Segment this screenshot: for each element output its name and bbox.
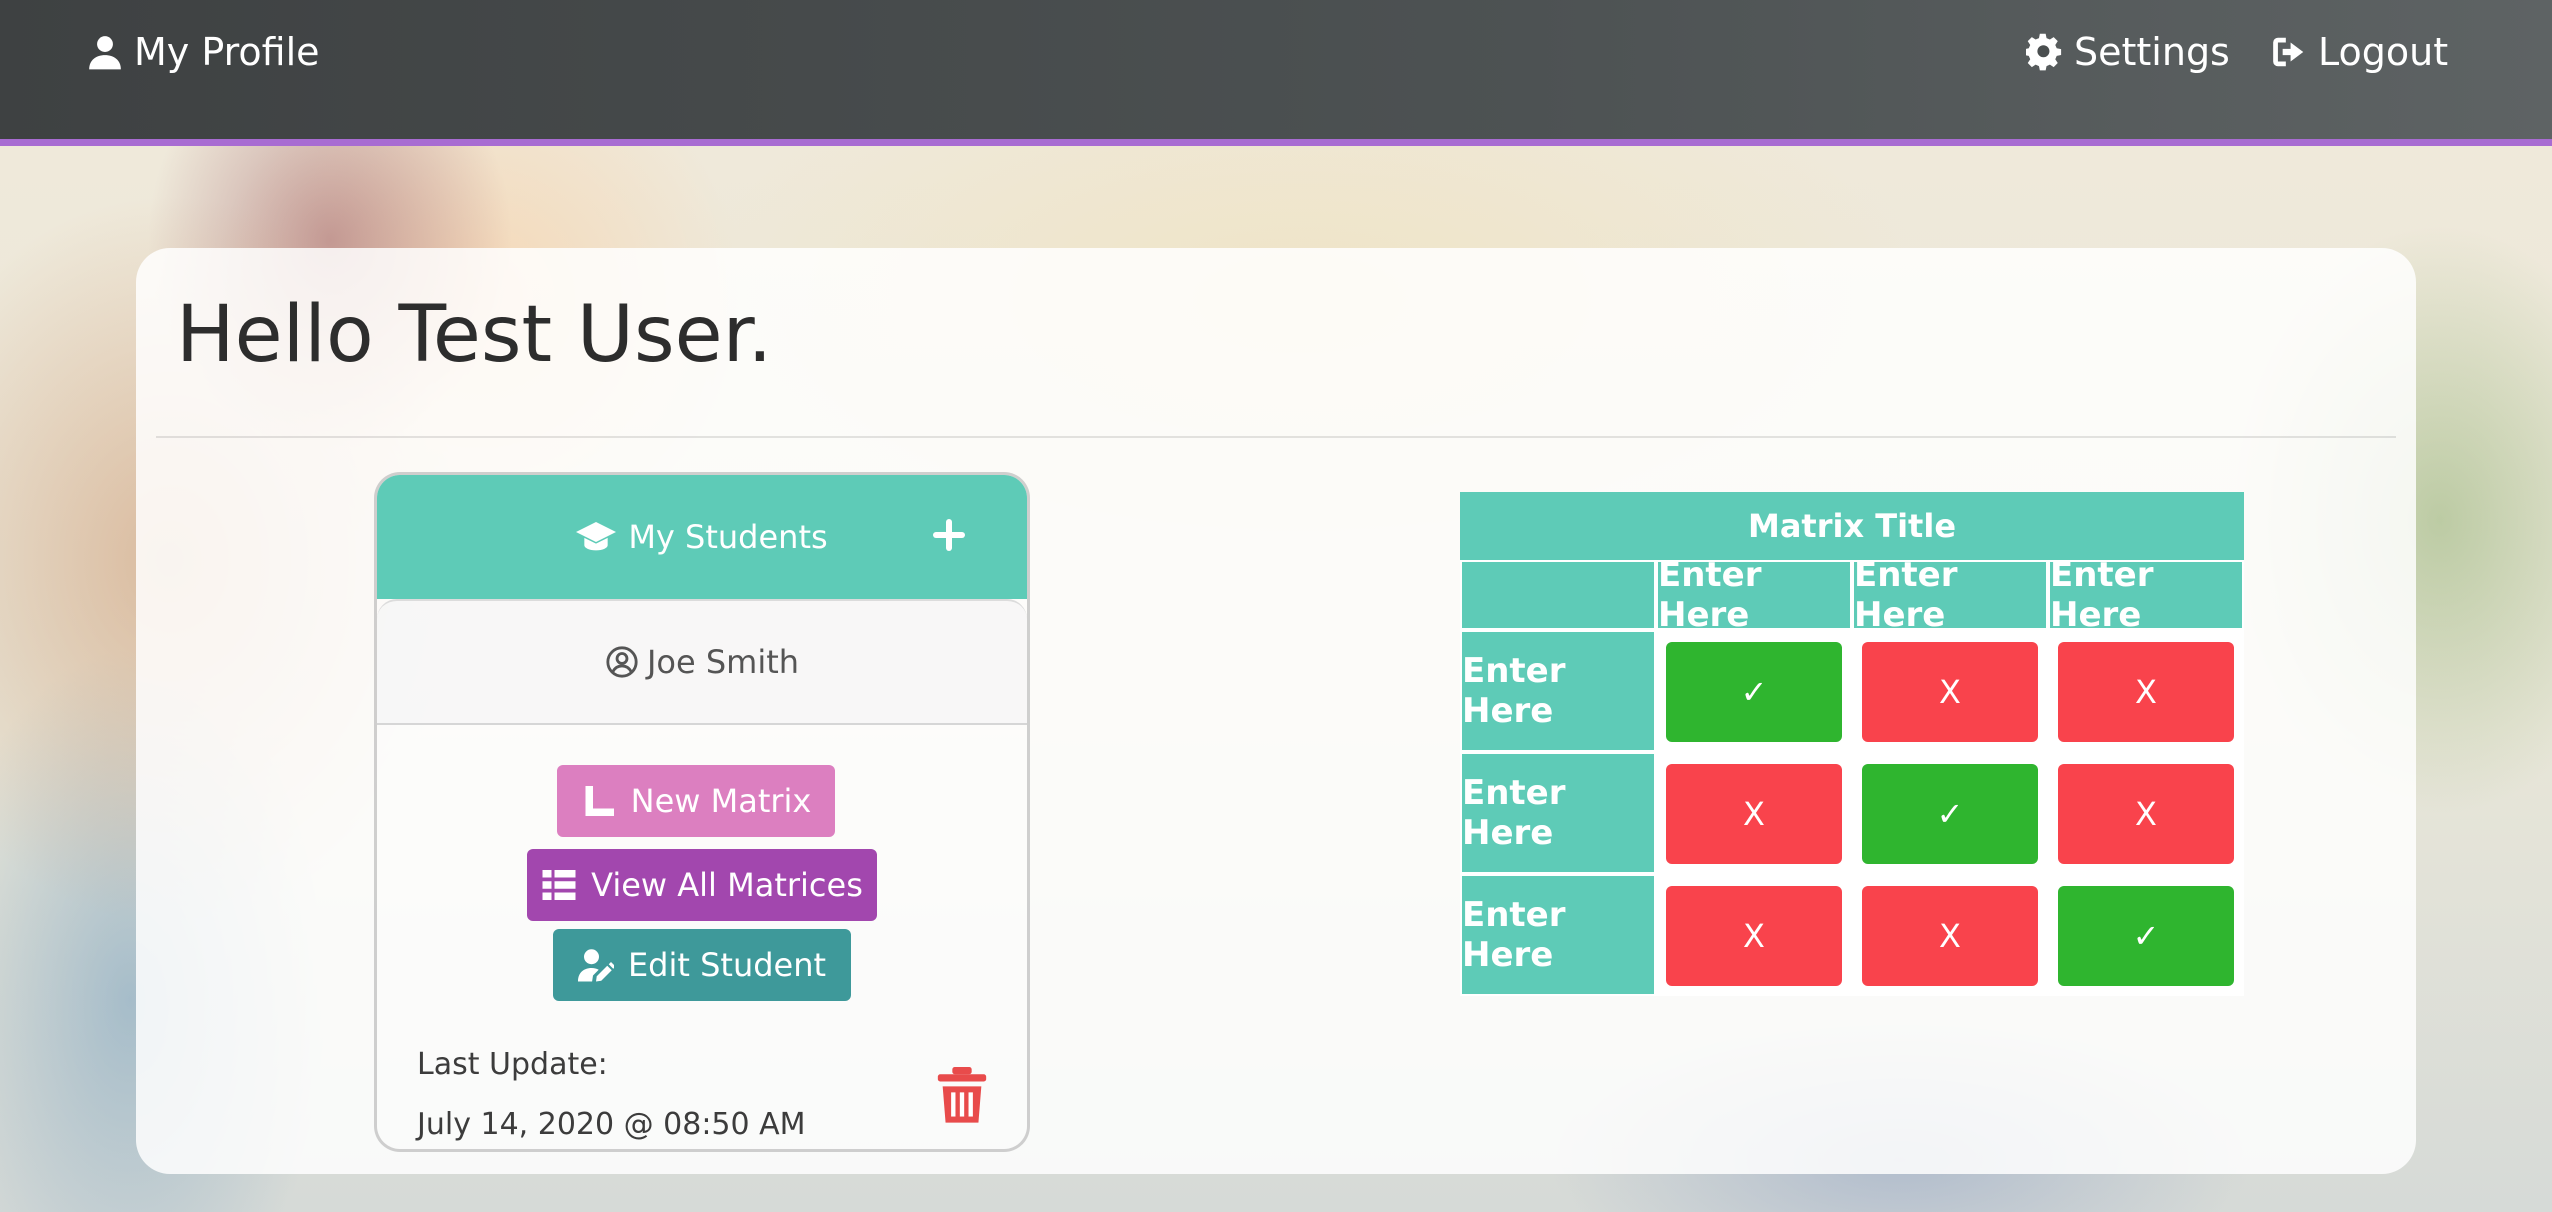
matrix-cell-pass[interactable]: ✓ [1862,764,2038,864]
matrix-cell-fail[interactable]: X [1862,642,2038,742]
students-header-label: My Students [628,518,828,556]
student-name: Joe Smith [646,643,800,681]
student-item-joe-smith[interactable]: Joe Smith [377,599,1027,725]
user-icon [89,36,121,70]
ruler-icon [585,786,614,816]
matrix-table: Matrix Title Enter Here Enter Here Enter… [1460,492,2244,996]
top-navbar: My Profile Settings Logout [0,0,2552,146]
new-matrix-button[interactable]: New Matrix [557,765,835,837]
edit-student-button[interactable]: Edit Student [553,929,851,1001]
edit-student-label: Edit Student [627,946,827,984]
settings-label: Settings [2074,30,2230,74]
settings-link[interactable]: Settings [2026,28,2230,76]
last-update-value: July 14, 2020 @ 08:50 AM [417,1107,806,1142]
user-circle-icon [606,646,638,678]
title-divider [156,436,2396,438]
matrix-row-header[interactable]: Enter Here [1460,874,1656,996]
matrix-row-header[interactable]: Enter Here [1460,630,1656,752]
list-icon [542,870,576,900]
gear-icon [2026,33,2062,71]
page-title: Hello Test User. [176,290,773,380]
last-update-label: Last Update: [417,1047,608,1082]
students-header: My Students [377,475,1027,599]
students-panel: My Students Joe Smith New Matrix View Al… [374,472,1030,1152]
user-edit-icon [577,949,614,982]
view-all-matrices-label: View All Matrices [591,866,863,904]
graduation-cap-icon [576,522,617,551]
logout-icon [2273,37,2304,67]
matrix-cell-fail[interactable]: X [2058,764,2234,864]
matrix-cell-fail[interactable]: X [2058,642,2234,742]
trash-icon [937,1067,987,1123]
matrix-column-header[interactable]: Enter Here [1656,555,1852,635]
matrix-cell-fail[interactable]: X [1666,764,1842,864]
my-profile-label: My Profile [134,30,320,74]
matrix-corner-cell [1460,560,1656,630]
matrix-title[interactable]: Matrix Title [1460,492,2244,560]
matrix-cell-pass[interactable]: ✓ [1666,642,1842,742]
logout-label: Logout [2318,30,2449,74]
new-matrix-label: New Matrix [630,782,812,820]
logout-link[interactable]: Logout [2270,28,2448,76]
matrix-cell-fail[interactable]: X [1666,886,1842,986]
my-profile-link[interactable]: My Profile [86,28,320,76]
matrix-column-header[interactable]: Enter Here [2048,555,2244,635]
matrix-cell-pass[interactable]: ✓ [2058,886,2234,986]
delete-student-button[interactable] [937,1067,987,1125]
matrix-column-header[interactable]: Enter Here [1852,555,2048,635]
matrix-cell-fail[interactable]: X [1862,886,2038,986]
add-student-button[interactable] [929,515,969,555]
view-all-matrices-button[interactable]: View All Matrices [527,849,877,921]
matrix-row-header[interactable]: Enter Here [1460,752,1656,874]
dashboard-card: Hello Test User. My Students Joe Smith N… [136,248,2416,1174]
